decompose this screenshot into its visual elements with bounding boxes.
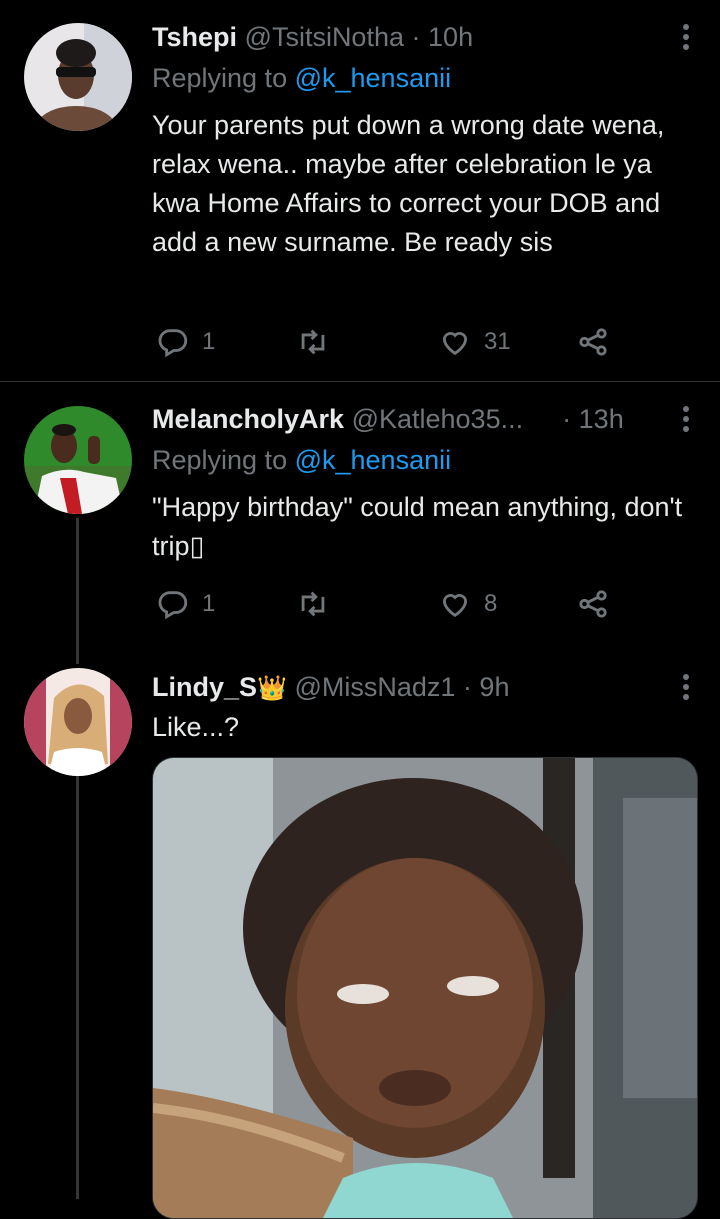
tweet-media-image[interactable] (152, 757, 698, 1219)
like-icon (442, 332, 468, 356)
tweet-actions: 1 8 (152, 584, 696, 624)
replying-to-handle[interactable]: @k_hensanii (295, 445, 452, 475)
reply-icon (158, 329, 188, 358)
tweet-text: Your parents put down a wrong date wena,… (152, 110, 665, 257)
reply-count: 1 (202, 328, 216, 355)
avatar-lindy[interactable] (24, 668, 132, 776)
replying-to-label: Replying to (152, 445, 295, 475)
timestamp[interactable]: 13h (579, 404, 624, 434)
user-handle[interactable]: @TsitsiNotha (245, 22, 404, 52)
share-button[interactable] (576, 584, 610, 624)
timestamp[interactable]: 10h (428, 22, 473, 52)
more-icon[interactable] (682, 674, 690, 700)
retweet-button[interactable] (296, 322, 330, 362)
reply-icon (158, 591, 188, 620)
share-button[interactable] (576, 322, 610, 362)
tweet-header: Tshepi @TsitsiNotha · 10h (152, 17, 696, 57)
tweet-header: MelancholyArk @Katleho35... · 13h (152, 399, 696, 439)
avatar-melancholyark[interactable] (24, 406, 132, 514)
reply-button[interactable]: 1 (156, 322, 215, 362)
retweet-icon (301, 591, 325, 617)
share-icon (579, 328, 607, 356)
separator-dot: · (411, 22, 421, 52)
display-name[interactable]: Lindy_S (152, 672, 257, 702)
replying-to: Replying to @k_hensanii (152, 440, 451, 480)
tweet-tshepi[interactable]: Tshepi @TsitsiNotha · 10h Replying to @k… (0, 0, 720, 380)
user-handle[interactable]: @MissNadz1 (294, 672, 455, 702)
like-button[interactable]: 31 (438, 322, 511, 362)
share-icon (579, 590, 607, 618)
tweet-text: Like...? (152, 712, 240, 742)
like-count: 31 (484, 328, 511, 355)
tweet-text: "Happy birthday" could mean anything, do… (152, 492, 683, 561)
timestamp[interactable]: 9h (479, 672, 509, 702)
display-name[interactable]: Tshepi (152, 22, 237, 52)
thread-line (76, 776, 79, 1199)
retweet-icon (301, 329, 325, 355)
tweet-header: Lindy_S👑 @MissNadz1 · 9h (152, 667, 696, 707)
user-handle[interactable]: @Katleho35... (352, 404, 524, 434)
thread-line (76, 518, 79, 664)
tweet-melancholyark[interactable]: MelancholyArk @Katleho35... · 13h Replyi… (0, 382, 720, 664)
separator-dot: · (462, 672, 472, 702)
replying-to-handle[interactable]: @k_hensanii (295, 63, 452, 93)
more-icon[interactable] (682, 406, 690, 432)
like-icon (442, 594, 468, 618)
replying-to-label: Replying to (152, 63, 295, 93)
replying-to: Replying to @k_hensanii (152, 58, 451, 98)
crown-emoji: 👑 (257, 675, 287, 702)
retweet-button[interactable] (296, 584, 330, 624)
display-name[interactable]: MelancholyArk (152, 404, 344, 434)
like-button[interactable]: 8 (438, 584, 497, 624)
reply-button[interactable]: 1 (156, 584, 215, 624)
like-count: 8 (484, 590, 498, 617)
avatar-tshepi[interactable] (24, 23, 132, 131)
tweet-actions: 1 31 (152, 322, 696, 362)
child-photo (153, 758, 697, 1218)
separator-dot: · (562, 404, 572, 434)
more-icon[interactable] (682, 24, 690, 50)
reply-count: 1 (202, 590, 216, 617)
